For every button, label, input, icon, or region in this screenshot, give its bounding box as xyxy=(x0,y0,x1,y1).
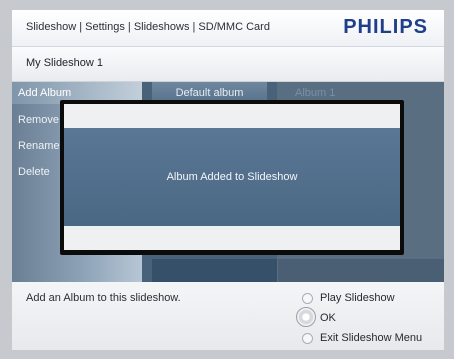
ok-button-icon xyxy=(296,307,316,327)
option-ok[interactable]: OK xyxy=(296,307,336,327)
device-frame: Slideshow | Settings | Slideshows | SD/M… xyxy=(0,0,454,359)
menu-item-delete[interactable]: Delete xyxy=(18,166,50,178)
brand-logo: PHILIPS xyxy=(343,16,428,38)
screen: Slideshow | Settings | Slideshows | SD/M… xyxy=(12,10,444,350)
album-column-footer xyxy=(152,259,277,282)
footer: Add an Album to this slideshow. Play Sli… xyxy=(12,282,444,350)
header: Slideshow | Settings | Slideshows | SD/M… xyxy=(12,10,444,47)
menu-item-remove[interactable]: Remove xyxy=(18,114,59,126)
album-column-secondary-footer xyxy=(278,259,444,282)
option-label: Exit Slideshow Menu xyxy=(320,332,423,344)
dialog-message: Album Added to Slideshow xyxy=(166,171,298,183)
subheader: My Slideshow 1 xyxy=(12,47,444,82)
option-label: OK xyxy=(320,312,336,324)
radio-icon xyxy=(302,293,313,304)
option-play-slideshow[interactable]: Play Slideshow xyxy=(302,292,395,304)
help-text: Add an Album to this slideshow. xyxy=(26,292,181,304)
dialog-header-bar xyxy=(64,104,400,128)
radio-icon xyxy=(302,333,313,344)
menu-item-rename[interactable]: Rename xyxy=(18,140,60,152)
option-exit-slideshow-menu[interactable]: Exit Slideshow Menu xyxy=(302,332,423,344)
dialog-footer-bar xyxy=(64,226,400,250)
album-item-album-1[interactable]: Album 1 xyxy=(295,87,335,99)
slideshow-title: My Slideshow 1 xyxy=(26,57,104,69)
breadcrumb: Slideshow | Settings | Slideshows | SD/M… xyxy=(26,21,270,33)
dialog-body: Album Added to Slideshow xyxy=(64,128,400,226)
confirmation-dialog: Album Added to Slideshow xyxy=(60,100,404,255)
option-label: Play Slideshow xyxy=(320,292,395,304)
